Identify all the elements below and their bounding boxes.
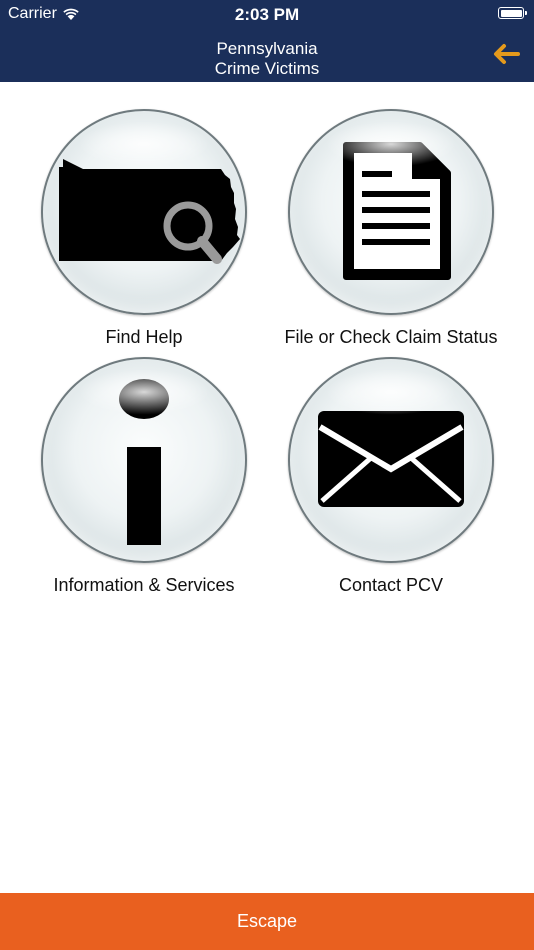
escape-button[interactable]: Escape xyxy=(0,893,534,950)
information-label: Information & Services xyxy=(53,575,235,595)
back-arrow-icon xyxy=(494,44,520,64)
status-time: 2:03 PM xyxy=(234,5,300,24)
file-claim-button[interactable] xyxy=(288,109,494,315)
battery-icon xyxy=(498,7,527,19)
information-button[interactable] xyxy=(41,357,247,563)
contact-label: Contact PCV xyxy=(338,575,444,595)
file-claim-tile[interactable]: File or Check Claim Status xyxy=(268,109,514,348)
page-title: Pennsylvania Crime Victims xyxy=(0,39,534,79)
nav-header: Carrier 2:03 PM Pennsylvania Crime Victi… xyxy=(0,0,534,82)
contact-tile[interactable]: Contact PCV xyxy=(268,357,514,596)
title-line-2: Crime Victims xyxy=(214,59,320,78)
pennsylvania-search-icon xyxy=(59,159,240,264)
info-icon xyxy=(119,379,169,545)
find-help-label: Find Help xyxy=(105,327,183,347)
find-help-button[interactable] xyxy=(41,109,247,315)
envelope-icon xyxy=(318,411,464,507)
status-bar: Carrier 2:03 PM xyxy=(0,0,534,28)
file-claim-label: File or Check Claim Status xyxy=(284,327,498,347)
document-icon xyxy=(343,142,451,280)
escape-label: Escape xyxy=(236,911,298,931)
find-help-tile[interactable]: Find Help xyxy=(21,109,267,348)
back-button[interactable] xyxy=(490,40,522,68)
contact-button[interactable] xyxy=(288,357,494,563)
title-line-1: Pennsylvania xyxy=(216,39,318,58)
information-tile[interactable]: Information & Services xyxy=(21,357,267,596)
